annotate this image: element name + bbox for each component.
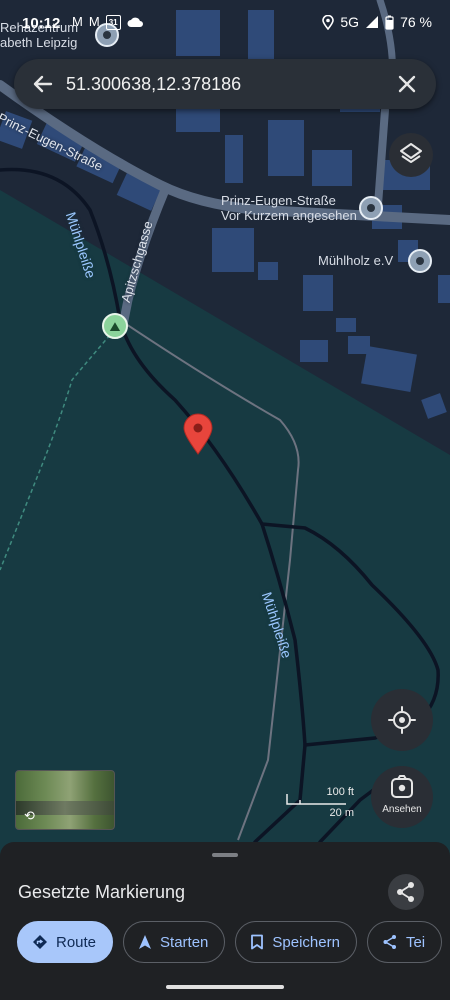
- place-label-muehlholz[interactable]: Mühlholz e.V: [318, 253, 393, 268]
- action-chips: Route Starten Speichern Tei: [17, 921, 443, 965]
- place-pin-icon: [408, 249, 432, 273]
- share-icon: [397, 882, 414, 902]
- rotate-360-icon: ⟲: [24, 808, 35, 823]
- view-button-label: Ansehen: [382, 804, 422, 815]
- status-bar: 10:12 M M 31 5G 76 %: [0, 0, 450, 44]
- svg-text:⛰: ⛰: [110, 320, 121, 335]
- save-label: Speichern: [272, 933, 340, 951]
- layers-button[interactable]: [389, 133, 433, 177]
- notification-icons: M M 31: [72, 14, 143, 30]
- scale-metric: 20 m: [329, 807, 354, 819]
- map-scale: 100 ft 20 m: [286, 786, 356, 822]
- street-view-thumbnail[interactable]: ⟲: [15, 770, 115, 830]
- close-icon[interactable]: [394, 71, 420, 97]
- gesture-home-bar[interactable]: [166, 985, 284, 989]
- save-button[interactable]: Speichern: [235, 921, 357, 963]
- clock: 10:12: [22, 15, 61, 32]
- camera-view-icon: [391, 775, 413, 798]
- battery-level: 76 %: [400, 14, 432, 30]
- bookmark-icon: [251, 934, 264, 950]
- system-icons: 5G 76 %: [322, 14, 432, 30]
- maps-screen: ⛰ Rehazentrum abeth Leipzig Prinz-Eugen-…: [0, 0, 450, 1000]
- share-chip[interactable]: Tei: [366, 921, 443, 963]
- route-label: Route: [56, 933, 97, 951]
- gmail-icon: M: [88, 14, 100, 29]
- battery-icon: [385, 15, 394, 30]
- back-arrow-icon[interactable]: [30, 71, 56, 97]
- signal-icon: [366, 16, 379, 28]
- place-pin-icon: [359, 196, 383, 220]
- scale-imperial: 100 ft: [326, 786, 354, 798]
- share-label: Tei: [405, 933, 426, 951]
- gmail-icon: M: [72, 14, 83, 29]
- navigation-icon: [139, 935, 152, 949]
- share-icon: [383, 935, 396, 949]
- sheet-drag-handle[interactable]: [212, 853, 238, 857]
- view-button[interactable]: Ansehen: [371, 766, 433, 828]
- sheet-title: Gesetzte Markierung: [18, 882, 186, 902]
- layers-icon: [400, 143, 422, 163]
- search-query[interactable]: 51.300638,12.378186: [66, 74, 241, 95]
- share-button[interactable]: [388, 874, 424, 910]
- start-label: Starten: [160, 933, 209, 951]
- calendar-icon: 31: [105, 14, 121, 30]
- network-type: 5G: [340, 14, 360, 30]
- place-label-prinz-eugen[interactable]: Prinz-Eugen-Straße Vor Kurzem angesehen: [221, 193, 357, 223]
- start-button[interactable]: Starten: [123, 921, 226, 963]
- search-bar[interactable]: 51.300638,12.378186: [14, 59, 436, 109]
- location-icon: [322, 14, 335, 30]
- route-icon: [33, 935, 47, 949]
- route-button[interactable]: Route: [17, 921, 114, 963]
- cloud-icon: [127, 17, 143, 27]
- my-location-button[interactable]: [371, 689, 433, 751]
- my-location-icon: [388, 706, 416, 734]
